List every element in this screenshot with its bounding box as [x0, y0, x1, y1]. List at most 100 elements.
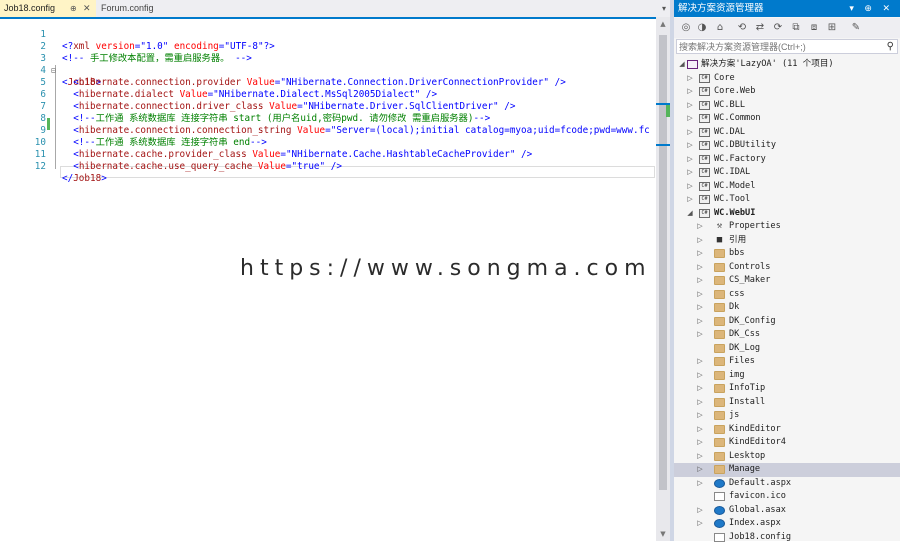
expand-icon[interactable]: ▷: [696, 261, 704, 275]
expand-icon[interactable]: ▷: [696, 463, 704, 477]
tree-item-project[interactable]: ▷ C# WC.BLL: [674, 99, 900, 113]
expand-icon[interactable]: ▷: [696, 436, 704, 450]
expand-icon[interactable]: ▷: [696, 328, 704, 342]
expand-icon[interactable]: ▷: [696, 220, 704, 234]
panel-window-buttons[interactable]: ▾ ⊕ ✕: [849, 0, 894, 17]
expand-icon[interactable]: ▷: [686, 72, 694, 86]
tree-item-folder-selected[interactable]: ▷ Manage: [674, 463, 900, 477]
tree-item-folder[interactable]: ▷ css: [674, 288, 900, 302]
tree-item-project[interactable]: ▷ C# WC.Model: [674, 180, 900, 194]
expand-icon[interactable]: ▷: [696, 288, 704, 302]
expand-icon[interactable]: ▷: [696, 315, 704, 329]
pin-icon[interactable]: ⊕: [70, 0, 77, 17]
expand-icon[interactable]: ▷: [696, 396, 704, 410]
tree-item-file[interactable]: ▷ Global.asax: [674, 504, 900, 518]
properties-icon[interactable]: ✎: [850, 22, 862, 34]
solution-search-input[interactable]: [679, 40, 875, 53]
folder-icon: [714, 263, 725, 272]
tree-item-file[interactable]: favicon.ico: [674, 490, 900, 504]
tree-item-file[interactable]: ▷ Default.aspx: [674, 477, 900, 491]
scroll-up-icon[interactable]: ▲: [656, 19, 670, 29]
close-icon[interactable]: ✕: [83, 0, 91, 17]
expand-icon[interactable]: ▷: [696, 409, 704, 423]
tree-item-label: Dk: [729, 301, 739, 315]
tree-item-project[interactable]: ▷ C# WC.Common: [674, 112, 900, 126]
tree-item-project[interactable]: ▷ C# Core.Web: [674, 85, 900, 99]
expand-icon[interactable]: ▷: [686, 112, 694, 126]
expand-icon[interactable]: ▷: [696, 382, 704, 396]
tree-item-folder[interactable]: ▷ img: [674, 369, 900, 383]
expand-icon[interactable]: ▷: [696, 274, 704, 288]
tree-item-label: Manage: [729, 463, 760, 477]
tree-item-folder[interactable]: ▷ Files: [674, 355, 900, 369]
history-icon[interactable]: ⟲: [736, 22, 748, 34]
tree-item-folder[interactable]: ▷ bbs: [674, 247, 900, 261]
tree-item-folder[interactable]: ▷ DK_Config: [674, 315, 900, 329]
collapse-all-icon[interactable]: ⧉: [790, 22, 802, 34]
tree-item-folder[interactable]: ▷ DK_Css: [674, 328, 900, 342]
expand-icon[interactable]: ▷: [696, 423, 704, 437]
tree-item-folder[interactable]: ▷ Controls: [674, 261, 900, 275]
tree-item-folder[interactable]: ▷ Lesktop: [674, 450, 900, 464]
tree-item-folder[interactable]: ▷ KindEditor: [674, 423, 900, 437]
tab-job18-config[interactable]: Job18.config ⊕ ✕: [0, 0, 96, 17]
expand-icon[interactable]: ▷: [686, 180, 694, 194]
expand-icon[interactable]: ▷: [696, 517, 704, 531]
expand-icon[interactable]: ▷: [696, 247, 704, 261]
tree-item-project[interactable]: ◢ C# WC.WebUI: [674, 207, 900, 221]
expand-icon[interactable]: ▷: [696, 504, 704, 518]
expand-icon[interactable]: ◢: [678, 58, 686, 72]
expand-icon[interactable]: ▷: [686, 153, 694, 167]
tree-item-folder[interactable]: ▷ InfoTip: [674, 382, 900, 396]
expand-icon[interactable]: ▷: [686, 99, 694, 113]
expand-icon[interactable]: ▷: [686, 166, 694, 180]
tree-item-label: favicon.ico: [729, 490, 786, 504]
expand-icon[interactable]: ▷: [696, 234, 704, 248]
tree-item-project[interactable]: ▷ C# WC.IDAL: [674, 166, 900, 180]
scroll-down-icon[interactable]: ▼: [656, 529, 670, 539]
expand-icon[interactable]: ▷: [696, 450, 704, 464]
editor-vertical-scrollbar[interactable]: ▲ ▼: [656, 17, 670, 541]
code-line: 8 <hibernate.connection.connection_strin…: [0, 101, 656, 113]
expand-icon[interactable]: ▷: [696, 369, 704, 383]
global-asax-icon: [714, 506, 725, 515]
tree-item-project[interactable]: ▷ C# WC.DAL: [674, 126, 900, 140]
sync-icon[interactable]: ⇄: [754, 22, 766, 34]
expand-icon[interactable]: ▷: [696, 301, 704, 315]
tree-item-folder[interactable]: ▷ Install: [674, 396, 900, 410]
tab-dropdown-icon[interactable]: ▾: [662, 0, 666, 17]
tree-item-project[interactable]: ▷ C# WC.DBUtility: [674, 139, 900, 153]
expand-icon[interactable]: ▷: [686, 193, 694, 207]
tree-item-file[interactable]: Job18.config: [674, 531, 900, 544]
tree-item-folder[interactable]: DK_Log: [674, 342, 900, 356]
view-icon[interactable]: ⊞: [826, 22, 838, 34]
expand-icon[interactable]: ▷: [696, 477, 704, 491]
tree-item-project[interactable]: ▷ C# Core: [674, 72, 900, 86]
expand-icon[interactable]: ▷: [696, 355, 704, 369]
tree-item-file[interactable]: ▷ Index.aspx: [674, 517, 900, 531]
tab-forum-config[interactable]: Forum.config: [97, 0, 169, 17]
tree-item-folder[interactable]: ▷ KindEditor4: [674, 436, 900, 450]
home-icon[interactable]: ⌂: [714, 22, 726, 34]
tree-item-solution[interactable]: ◢ 解决方案'LazyOA' (11 个项目): [674, 58, 900, 72]
csharp-project-icon: C#: [699, 128, 710, 137]
expand-icon[interactable]: ▷: [686, 139, 694, 153]
tree-item-folder[interactable]: ▷ CS_Maker: [674, 274, 900, 288]
tree-item-folder[interactable]: ▷ Dk: [674, 301, 900, 315]
references-icon: ■: [714, 236, 725, 245]
tree-item-folder[interactable]: ▷ js: [674, 409, 900, 423]
tree-item-properties[interactable]: ▷ ⚒ Properties: [674, 220, 900, 234]
refresh-icon[interactable]: ⟳: [772, 22, 784, 34]
expand-icon[interactable]: ▷: [686, 85, 694, 99]
tree-item-references[interactable]: ▷ ■ 引用: [674, 234, 900, 248]
tree-item-project[interactable]: ▷ C# WC.Factory: [674, 153, 900, 167]
back-icon[interactable]: ◎: [680, 22, 692, 34]
show-all-files-icon[interactable]: ⧈: [808, 22, 820, 34]
tree-item-label: WC.Factory: [714, 153, 766, 167]
forward-icon[interactable]: ◑: [696, 22, 708, 34]
tree-item-project[interactable]: ▷ C# WC.Tool: [674, 193, 900, 207]
expand-icon[interactable]: ▷: [686, 126, 694, 140]
search-icon[interactable]: ⚲: [887, 40, 894, 53]
folder-icon: [714, 425, 725, 434]
expand-icon[interactable]: ◢: [686, 207, 694, 221]
